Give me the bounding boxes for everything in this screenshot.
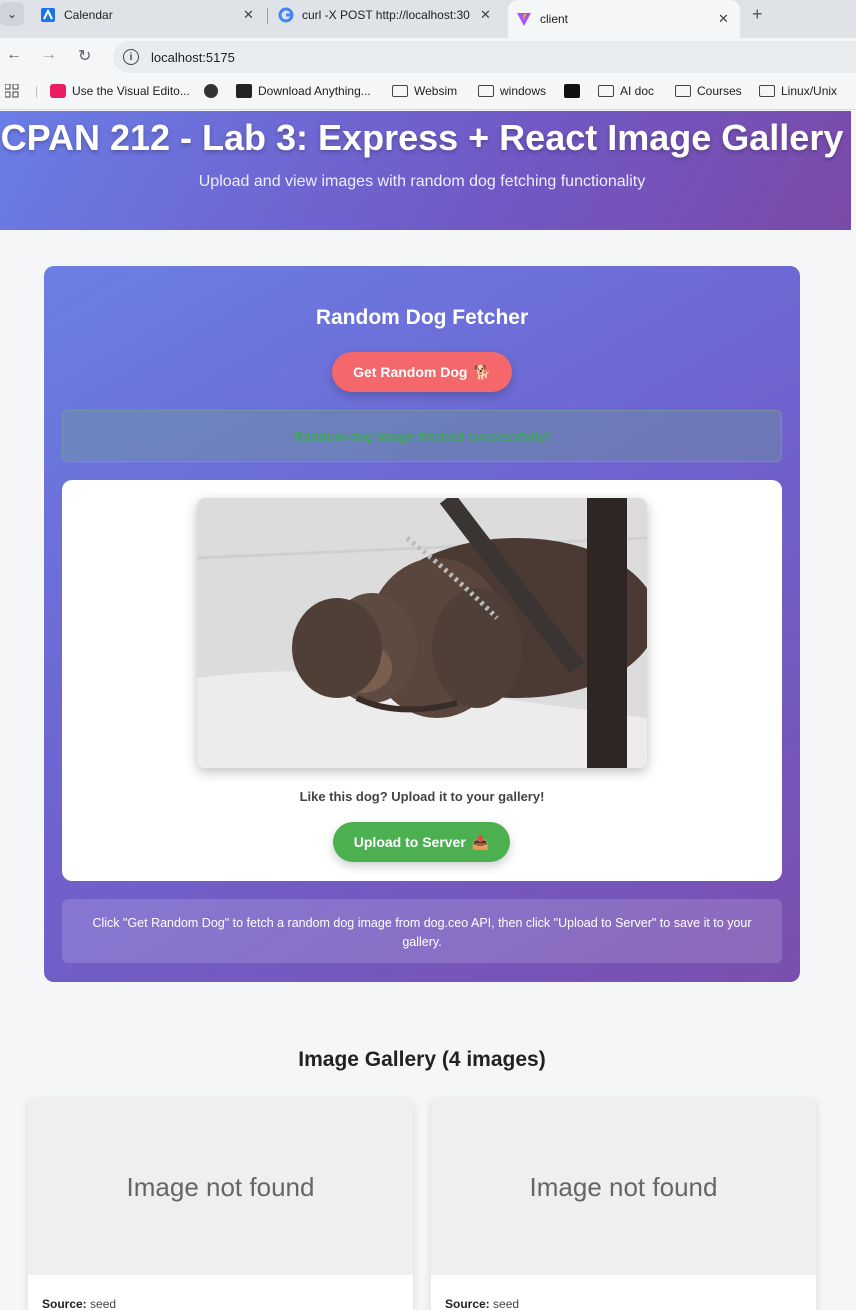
app-icon xyxy=(40,7,56,23)
close-tab-icon[interactable]: ✕ xyxy=(243,7,254,23)
page-viewport: CPAN 212 - Lab 3: Express + React Image … xyxy=(0,111,851,1310)
outbox-icon: 📤 xyxy=(471,833,490,850)
folder-icon xyxy=(478,85,494,97)
bookmark-websim[interactable]: Websim xyxy=(392,84,457,98)
source-label: Source: xyxy=(42,1297,87,1310)
bookmarks-divider: | xyxy=(35,84,39,98)
page-subtitle: Upload and view images with random dog f… xyxy=(198,173,646,190)
address-bar[interactable]: i localhost:5175 xyxy=(113,41,856,73)
page-header: CPAN 212 - Lab 3: Express + React Image … xyxy=(0,111,851,230)
success-message: Random dog image fetched successfully! xyxy=(62,410,782,462)
back-icon[interactable]: ← xyxy=(6,46,22,64)
source-value: seed xyxy=(493,1297,520,1310)
page-title: CPAN 212 - Lab 3: Express + React Image … xyxy=(0,117,844,158)
upload-prompt: Like this dog? Upload it to your gallery… xyxy=(299,789,545,804)
tab-title: client xyxy=(540,12,569,26)
image-placeholder: Image not found xyxy=(28,1099,413,1275)
site-info-icon[interactable]: i xyxy=(123,49,139,65)
folder-icon xyxy=(392,85,408,97)
source-label: Source: xyxy=(445,1297,490,1310)
dog-image xyxy=(197,498,647,768)
button-label: Upload to Server xyxy=(353,834,466,850)
close-tab-icon[interactable]: ✕ xyxy=(480,7,491,23)
bookmarks-bar: | Use the Visual Edito... Download Anyth… xyxy=(0,76,856,110)
bookmark-globe[interactable] xyxy=(204,84,224,98)
folder-icon xyxy=(598,85,614,97)
tab-title: Calendar xyxy=(64,8,113,22)
upload-to-server-button[interactable]: Upload to Server 📤 xyxy=(333,822,510,862)
folder-icon xyxy=(675,85,691,97)
vite-icon xyxy=(516,11,532,27)
tab-title: curl -X POST http://localhost:30 xyxy=(302,8,470,22)
new-tab-icon[interactable]: + xyxy=(752,4,763,25)
random-dog-panel: Random Dog Fetcher Get Random Dog 🐕 Rand… xyxy=(44,266,800,982)
bookmark-visual-editor[interactable]: Use the Visual Edito... xyxy=(50,84,190,98)
dog-icon: 🐕 xyxy=(473,363,491,380)
browser-toolbar: ← → ↻ i localhost:5175 xyxy=(0,38,856,76)
globe-icon xyxy=(204,84,218,98)
bookmark-app-icon xyxy=(564,84,580,98)
tab-client[interactable]: client ✕ xyxy=(508,0,740,38)
gallery-card[interactable]: Image not found Source: seed xyxy=(28,1099,413,1310)
forward-icon[interactable]: → xyxy=(41,46,57,64)
instructions-text: Click "Get Random Dog" to fetch a random… xyxy=(62,899,782,963)
bookmark-app-icon xyxy=(50,84,66,98)
folder-icon xyxy=(759,85,775,97)
bookmark-app[interactable] xyxy=(564,84,586,98)
browser-tab-bar: ⌄ Calendar ✕ curl -X POST http://localho… xyxy=(0,0,856,38)
gallery-title: Image Gallery (4 images) xyxy=(298,1048,546,1071)
google-icon xyxy=(278,7,294,23)
image-placeholder: Image not found xyxy=(431,1099,816,1275)
bookmark-linux-unix[interactable]: Linux/Unix xyxy=(759,84,837,98)
panel-title: Random Dog Fetcher xyxy=(315,306,529,329)
tab-divider xyxy=(267,8,268,24)
apps-grid-icon[interactable] xyxy=(5,84,19,98)
image-source: Source: seed xyxy=(42,1297,116,1310)
get-random-dog-button[interactable]: Get Random Dog 🐕 xyxy=(332,352,512,392)
button-label: Get Random Dog xyxy=(353,364,468,380)
tab-calendar[interactable]: Calendar ✕ xyxy=(40,0,260,30)
gallery-card[interactable]: Image not found Source: seed xyxy=(431,1099,816,1310)
bookmark-download-anything[interactable]: Download Anything... xyxy=(236,84,371,98)
bookmark-windows[interactable]: windows xyxy=(478,84,546,98)
url-text: localhost:5175 xyxy=(151,49,235,65)
bookmark-courses[interactable]: Courses xyxy=(675,84,742,98)
source-value: seed xyxy=(90,1297,117,1310)
tab-curl[interactable]: curl -X POST http://localhost:30 ✕ xyxy=(278,0,502,30)
bookmark-ai-doc[interactable]: AI doc xyxy=(598,84,654,98)
dog-preview-card: Like this dog? Upload it to your gallery… xyxy=(62,480,782,881)
close-tab-icon[interactable]: ✕ xyxy=(718,11,729,27)
image-source: Source: seed xyxy=(445,1297,519,1310)
reload-icon[interactable]: ↻ xyxy=(78,46,91,66)
bookmark-app-icon xyxy=(236,84,252,98)
tab-search-chevron-icon[interactable]: ⌄ xyxy=(0,2,24,26)
